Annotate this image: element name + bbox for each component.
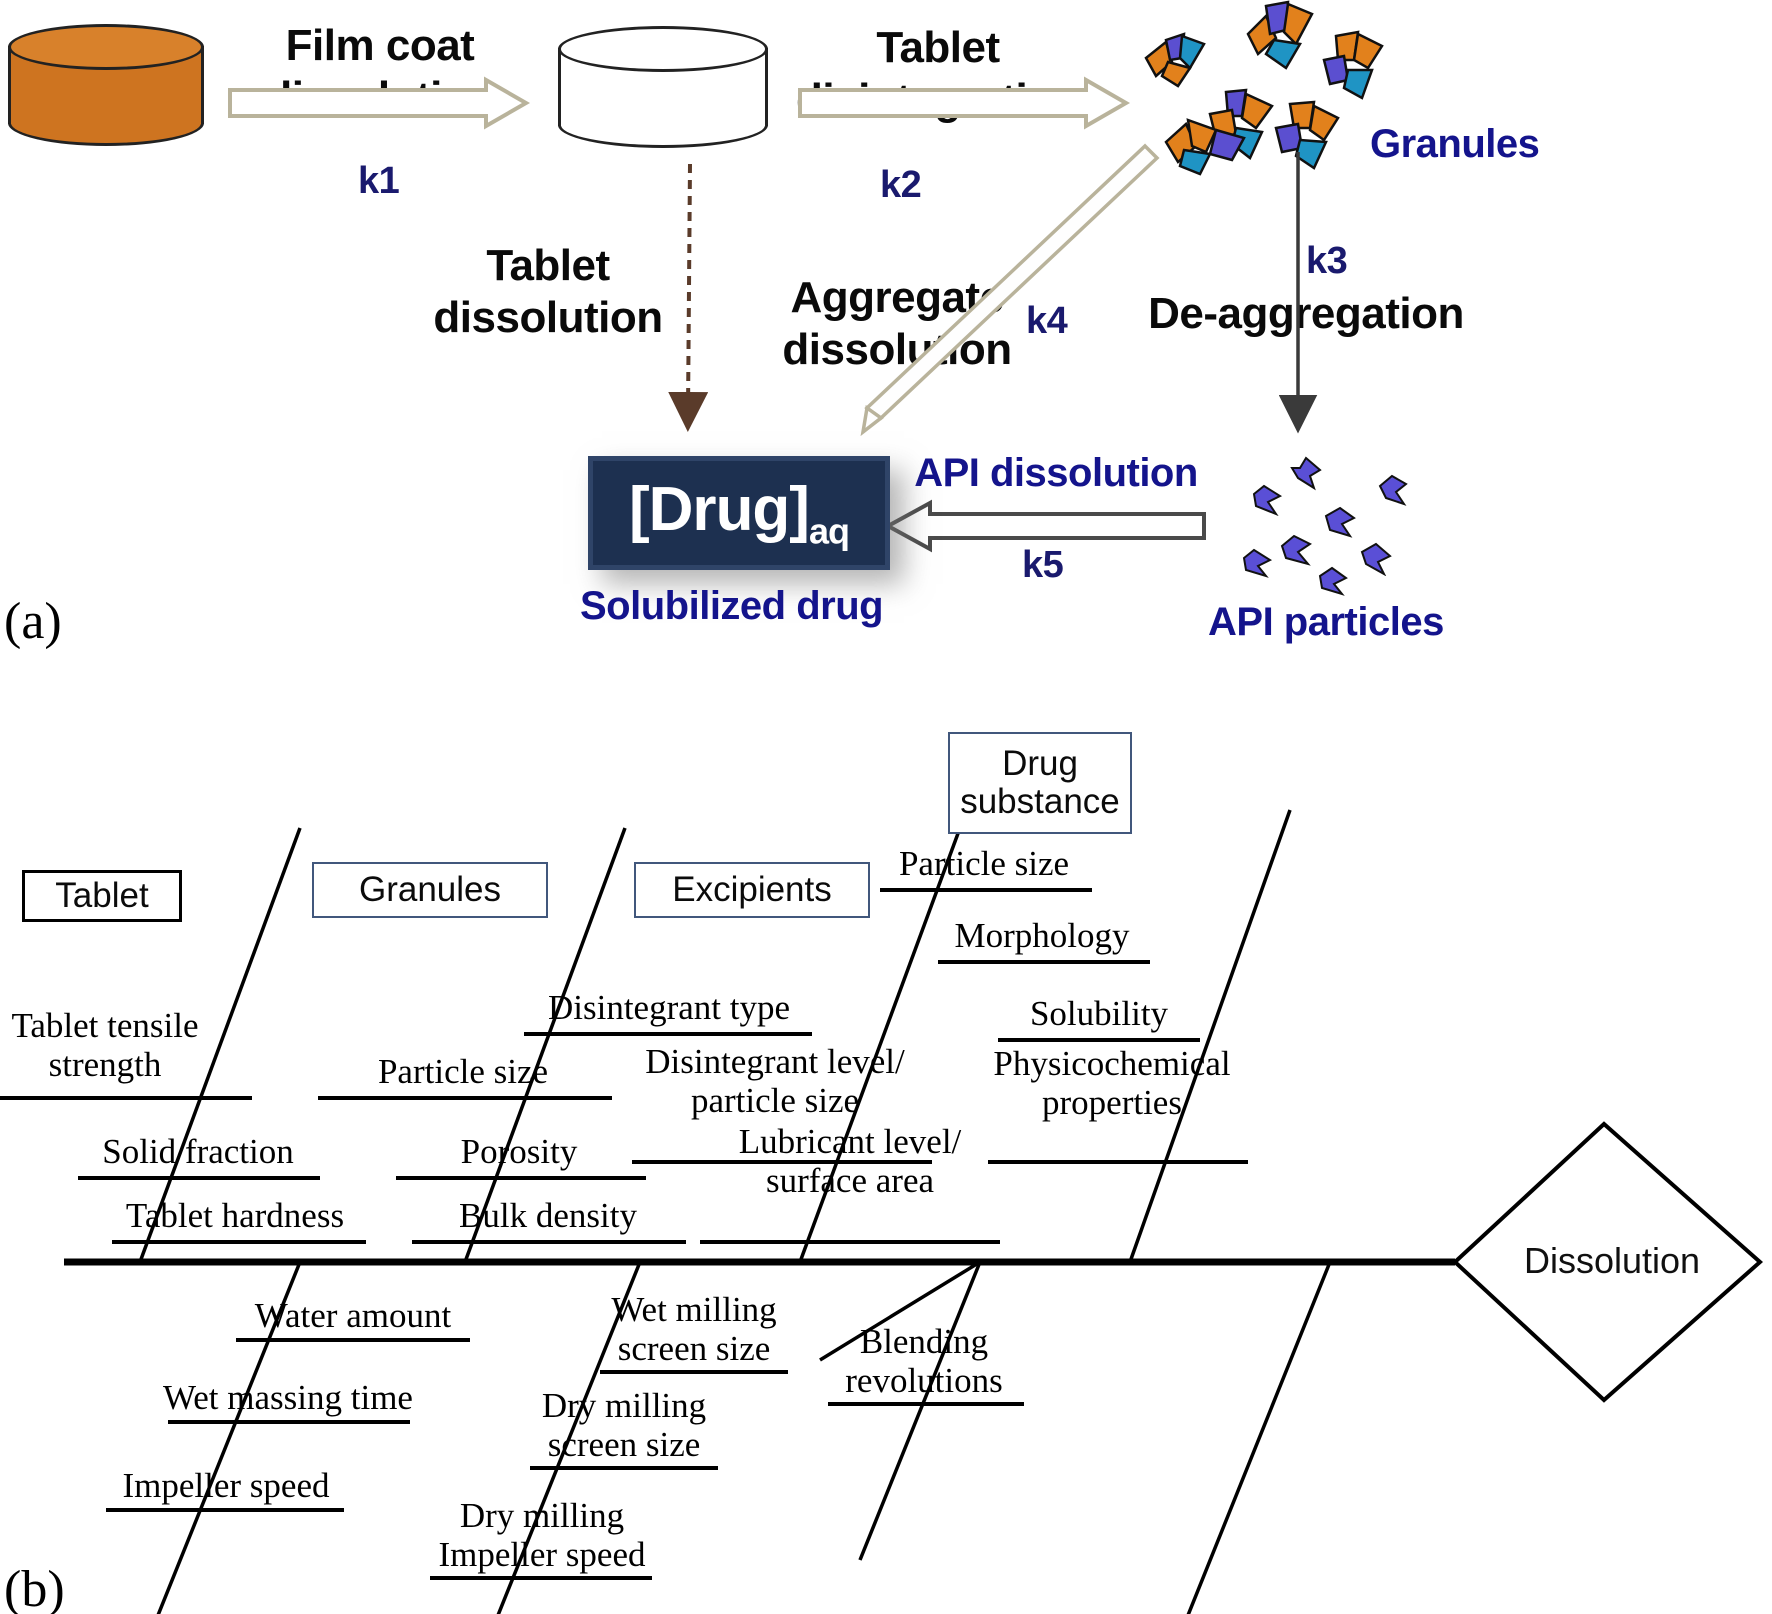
de-aggregation-arrow [1278, 152, 1318, 434]
cause-tablet-hardness: Tablet hardness [125, 1196, 345, 1235]
cause-wet-gran-impeller-speed: Impeller speed [122, 1466, 330, 1505]
api-dissolution-arrow [883, 499, 1206, 553]
cause-porosity: Porosity [460, 1132, 578, 1171]
api-dissolution-label: API dissolution [914, 451, 1198, 495]
cause-wet-milling-screen-size: Wet milling screen size [611, 1290, 777, 1369]
api-particles-label: API particles [1208, 600, 1444, 644]
cause-water-amount: Water amount [254, 1296, 452, 1335]
api-particle [1378, 474, 1412, 508]
category-label-excipients: Excipients [672, 870, 832, 910]
api-particle [1324, 506, 1358, 540]
category-box-drug-substance[interactable]: Drug substance [948, 732, 1132, 834]
cause-wet-massing-time: Wet massing time [163, 1378, 413, 1417]
cause-bulk-density: Bulk density [459, 1196, 637, 1235]
cause-granule-particle-size: Particle size [377, 1052, 549, 1091]
cause-dry-milling-screen-size: Dry milling screen size [541, 1386, 707, 1465]
tablet-dissolution-label: Tablet dissolution [433, 241, 663, 342]
k1-rate-label: k1 [358, 160, 400, 202]
api-particle [1360, 542, 1394, 576]
coated-tablet-cylinder [8, 24, 204, 146]
cause-blending-revolutions: Blending revolutions [845, 1322, 1003, 1401]
panel-b-letter: (b) [4, 1561, 65, 1614]
category-box-tablet[interactable]: Tablet [22, 870, 182, 922]
cause-disintegrant-level-particle-size: Disintegrant level/ particle size [645, 1042, 905, 1121]
cause-physicochemical-properties: Physicochemical properties [993, 1044, 1231, 1123]
film-coat-dissolution-arrow [228, 76, 531, 130]
cylinder-top [8, 24, 204, 70]
api-particle [1242, 548, 1274, 580]
cause-dry-milling-impeller-speed: Dry milling Impeller speed [438, 1496, 646, 1575]
panel-a-mechanistic-diagram: Film coat dissolution k1 Tablet disinteg… [0, 0, 1772, 700]
cause-tablet-tensile-strength: Tablet tensile strength [11, 1006, 199, 1085]
aggregate-dissolution-arrow [860, 143, 1160, 437]
api-particle [1290, 456, 1324, 492]
granules-object-label: Granules [1370, 122, 1540, 166]
api-particle [1252, 484, 1284, 518]
granule-particle [1320, 30, 1392, 108]
panel-b-fishbone-diagram: Tablet Granules Excipients Drug substanc… [0, 700, 1772, 1614]
category-label-granules: Granules [358, 870, 502, 910]
cause-lubricant-level-surface-area: Lubricant level/ surface area [738, 1122, 962, 1201]
category-label-drug-substance: Drug substance [960, 744, 1120, 821]
tablet-dissolution-arrow [668, 163, 709, 432]
granule-particle [1242, 0, 1324, 80]
cause-morphology: Morphology [954, 916, 1130, 955]
tablet-disintegration-arrow [798, 76, 1131, 130]
category-label-tablet: Tablet [55, 876, 149, 916]
drug-box-text: [Drug]aq [629, 474, 850, 552]
granule-particle [1142, 28, 1216, 94]
api-particle [1280, 534, 1314, 568]
cause-api-particle-size: Particle size [898, 844, 1070, 883]
solubilized-drug-label: Solubilized drug [580, 584, 884, 628]
category-box-granules[interactable]: Granules [312, 862, 548, 918]
cause-solubility: Solubility [1029, 994, 1169, 1033]
solubilized-drug-box: [Drug]aq [588, 456, 890, 570]
figure-root: Film coat dissolution k1 Tablet disinteg… [0, 0, 1772, 1614]
cause-disintegrant-type: Disintegrant type [547, 988, 791, 1027]
panel-a-letter: (a) [4, 593, 62, 650]
cylinder-top [558, 26, 768, 72]
effect-label-dissolution: Dissolution [1524, 1240, 1701, 1281]
cause-solid-fraction: Solid fraction [102, 1132, 294, 1171]
uncoated-tablet-cylinder [558, 26, 768, 148]
granule-particle [1162, 116, 1254, 178]
api-particle [1318, 566, 1350, 598]
category-box-excipients[interactable]: Excipients [634, 862, 870, 918]
